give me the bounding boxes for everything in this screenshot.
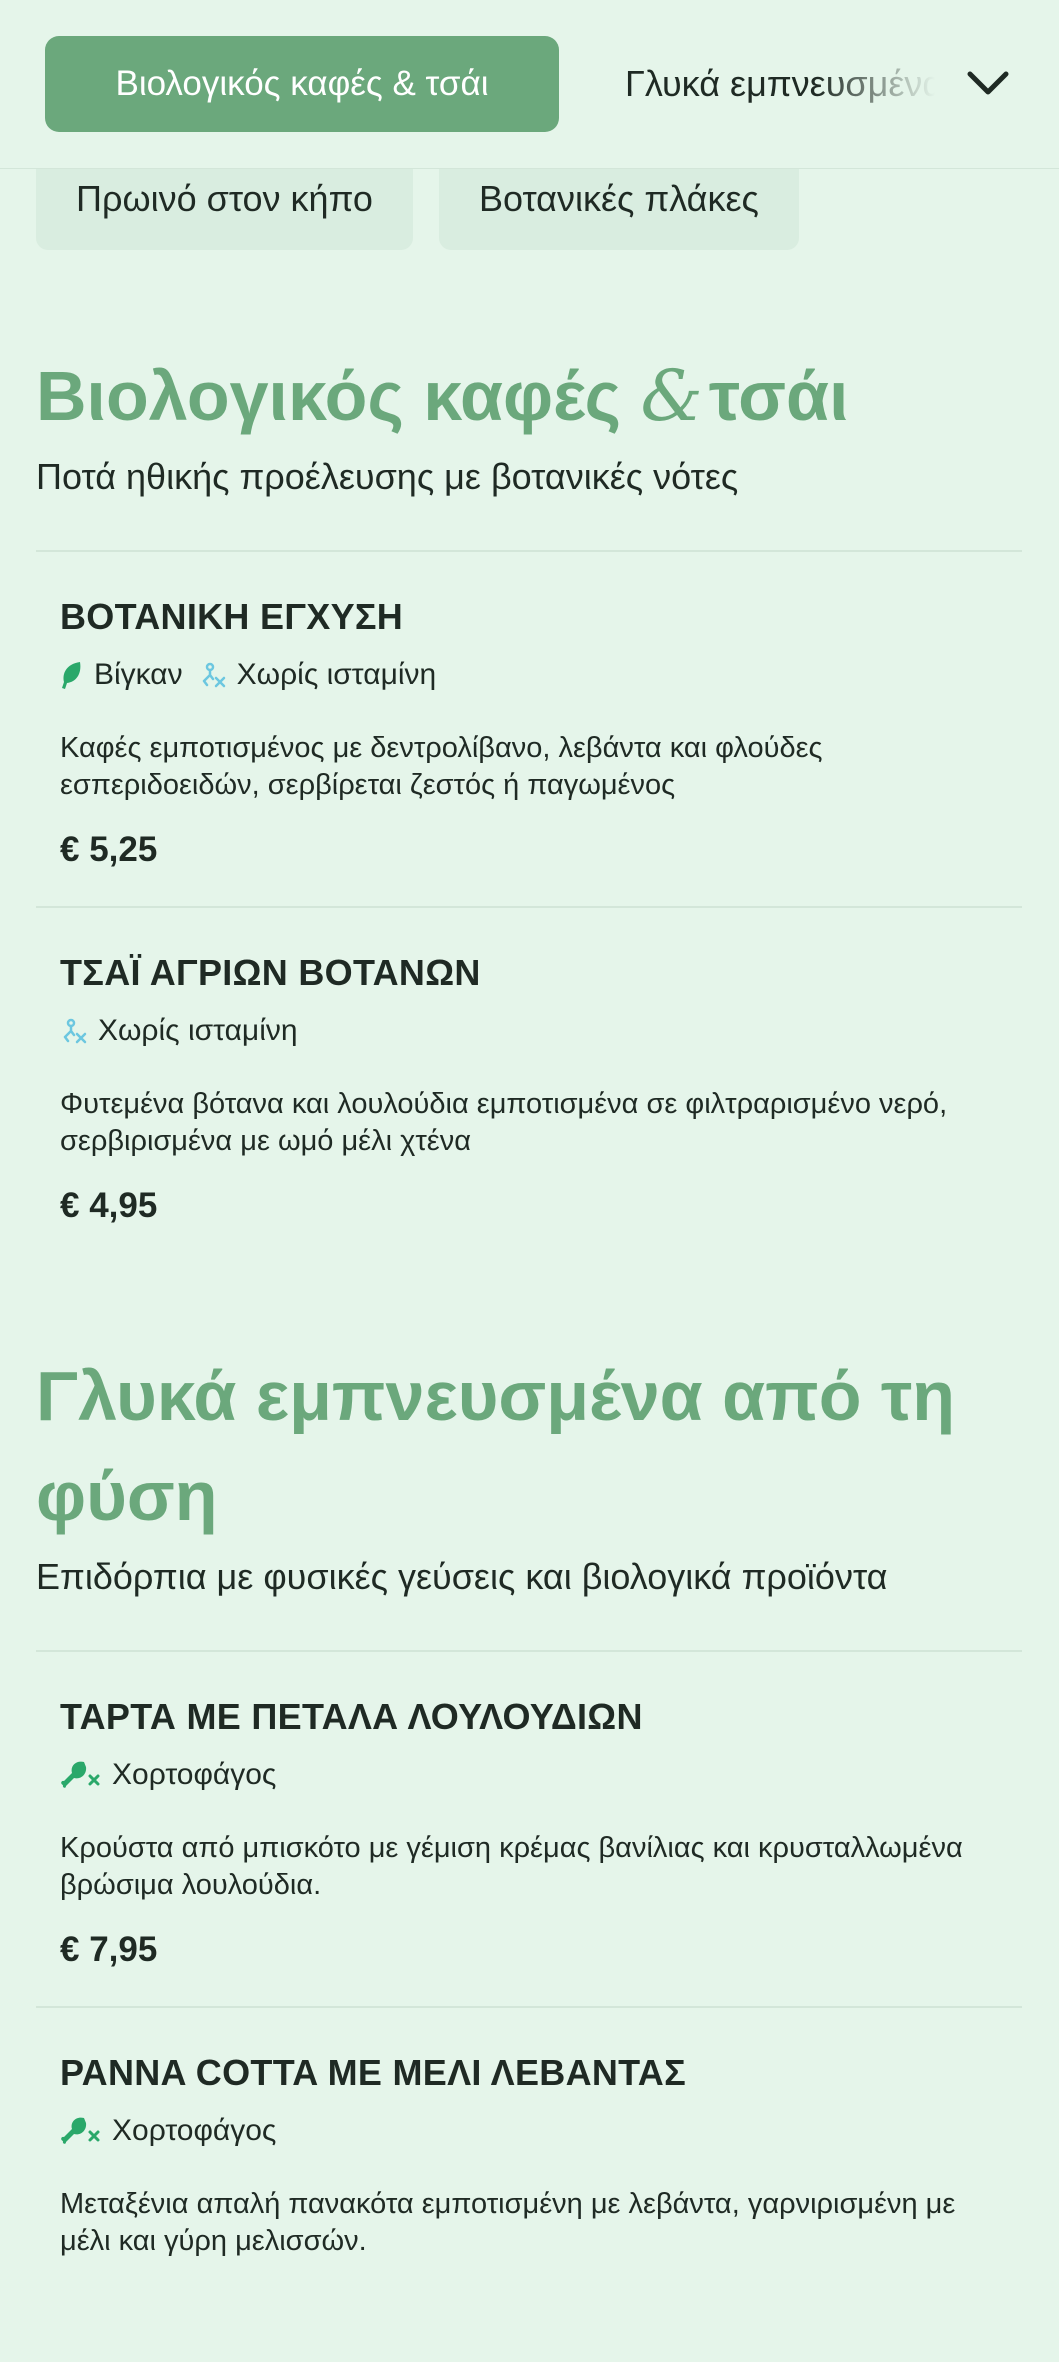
section-nature-sweets: Γλυκά εμπνευσμένα από τη φύση Επιδόρπια … xyxy=(36,1346,1022,2362)
tag-label: Χορτοφάγος xyxy=(112,1758,277,1791)
item-description: Φυτεμένα βότανα και λουλούδια εμποτισμέν… xyxy=(60,1088,948,1157)
menu-item[interactable]: ΒΟΤΑΝΙΚΗ ΕΓΧΥΣΗ Βίγκαν Χωρίς ισταμίνη Κα… xyxy=(36,552,1022,906)
tag-label: Χορτοφάγος xyxy=(112,2114,277,2147)
dietary-tags: Χωρίς ισταμίνη xyxy=(60,1014,998,1048)
tag-vegetarian: Χορτοφάγος xyxy=(60,2114,276,2148)
item-name: ΒΟΤΑΝΙΚΗ ΕΓΧΥΣΗ xyxy=(60,596,404,637)
item-price: € 5,25 xyxy=(60,830,158,869)
chip-label: Βοτανικές πλάκες xyxy=(478,178,759,219)
item-name: ΤΣΑΪ ΑΓΡΙΩΝ ΒΟΤΑΝΩΝ xyxy=(60,952,481,993)
tag-vegan: Βίγκαν xyxy=(60,658,183,692)
chip-label: Πρωινό στον κήπο xyxy=(76,178,373,219)
menu-item[interactable]: ΤΑΡΤΑ ΜΕ ΠΕΤΑΛΑ ΛΟΥΛΟΥΔΙΩΝ Χορτοφάγος Κρ… xyxy=(36,1652,1022,2006)
dietary-tags: Χορτοφάγος xyxy=(60,2114,998,2148)
section-subtitle: Επιδόρπια με φυσικές γεύσεις και βιολογι… xyxy=(36,1556,888,1597)
item-description: Μεταξένια απαλή πανακότα εμποτισμένη με … xyxy=(60,2188,956,2257)
item-description: Καφές εμποτισμένος με δεντρολίβανο, λεβά… xyxy=(60,732,823,801)
item-price: € 7,95 xyxy=(60,1930,158,1969)
no-histamine-icon xyxy=(63,1018,87,1044)
menu-item[interactable]: PANNA COTTA ΜΕ ΜΕΛΙ ΛΕΒΑΝΤΑΣ Χορτοφάγος … xyxy=(36,2008,1022,2362)
vegetarian-no-meat-icon xyxy=(61,2117,100,2144)
section-title-text: Βιολογικός καφές xyxy=(36,357,641,435)
item-description: Κρούστα από μπισκότο με γέμιση κρέμας βα… xyxy=(60,1832,963,1901)
section-subtitle: Ποτά ηθικής προέλευσης με βοτανικές νότε… xyxy=(36,456,739,497)
chevron-down-icon xyxy=(967,71,1009,95)
tag-label: Χωρίς ισταμίνη xyxy=(98,1014,298,1047)
section-title: Βιολογικός καφές &τσάι xyxy=(36,346,1022,446)
menu-item[interactable]: ΤΣΑΪ ΑΓΡΙΩΝ ΒΟΤΑΝΩΝ Χωρίς ισταμίνη Φυτεμ… xyxy=(36,908,1022,1262)
category-nav-bar: Βιολογικός καφές & τσάι Γλυκά εμπνευσμέν… xyxy=(0,0,1059,169)
tag-vegetarian: Χορτοφάγος xyxy=(60,1758,276,1792)
section-organic-coffee-tea: Βιολογικός καφές &τσάι Ποτά ηθικής προέλ… xyxy=(36,346,1022,1262)
tab-label: Γλυκά εμπνευσμένα από τη φύση xyxy=(625,63,935,104)
dietary-tags: Βίγκαν Χωρίς ισταμίνη xyxy=(60,658,998,692)
tab-organic-coffee-tea[interactable]: Βιολογικός καφές & τσάι xyxy=(45,36,559,132)
dietary-tags: Χορτοφάγος xyxy=(60,1758,998,1792)
tab-label: Βιολογικός καφές & τσάι xyxy=(115,64,489,103)
no-histamine-icon xyxy=(202,662,225,688)
section-title: Γλυκά εμπνευσμένα από τη φύση xyxy=(36,1357,955,1535)
tab-nature-sweets[interactable]: Γλυκά εμπνευσμένα από τη φύση xyxy=(625,36,935,132)
tag-histamine-free: Χωρίς ισταμίνη xyxy=(199,658,437,692)
tag-label: Βίγκαν xyxy=(94,658,183,691)
ampersand: & xyxy=(640,355,703,437)
item-price: € 4,95 xyxy=(60,1186,158,1225)
tag-histamine-free: Χωρίς ισταμίνη xyxy=(60,1014,298,1048)
vegetarian-no-meat-icon xyxy=(61,1761,100,1788)
section-title-text: τσάι xyxy=(708,357,849,435)
item-name: PANNA COTTA ΜΕ ΜΕΛΙ ΛΕΒΑΝΤΑΣ xyxy=(60,2052,686,2093)
tag-label: Χωρίς ισταμίνη xyxy=(236,658,437,691)
item-name: ΤΑΡΤΑ ΜΕ ΠΕΤΑΛΑ ΛΟΥΛΟΥΔΙΩΝ xyxy=(60,1696,643,1737)
categories-dropdown-button[interactable] xyxy=(952,48,1024,120)
leaf-icon xyxy=(62,662,81,689)
